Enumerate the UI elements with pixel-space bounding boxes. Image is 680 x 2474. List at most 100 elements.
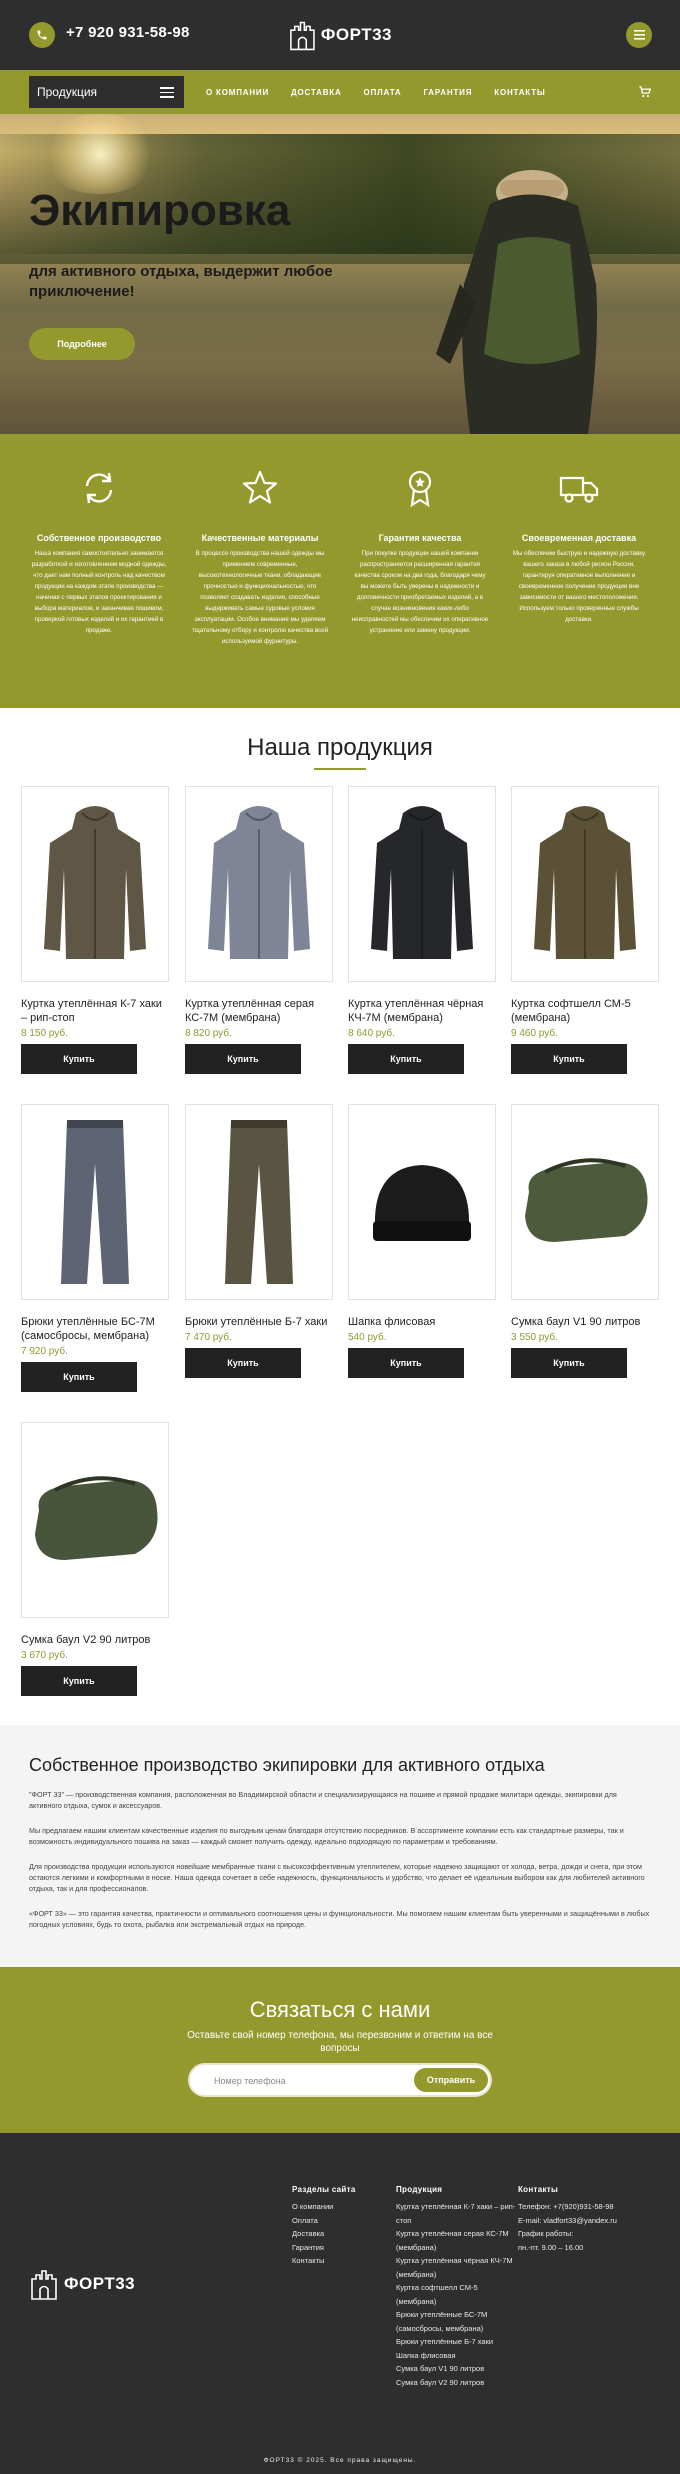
buy-button[interactable]: Купить: [348, 1348, 464, 1378]
about-paragraph: Мы предлагаем нашим клиентам качественны…: [29, 1826, 624, 1846]
footer-section-link[interactable]: Доставка: [292, 2227, 356, 2241]
buy-button[interactable]: Купить: [21, 1044, 137, 1074]
products-dropdown[interactable]: Продукция: [29, 76, 184, 108]
product-price: 540 руб.: [348, 1332, 387, 1343]
fort-logo-icon: [31, 2270, 57, 2300]
product-image[interactable]: [511, 786, 659, 982]
buy-button[interactable]: Купить: [348, 1044, 464, 1074]
product-image[interactable]: [185, 786, 333, 982]
buy-button[interactable]: Купить: [185, 1348, 301, 1378]
contact-subtitle: Оставьте свой номер телефона, мы перезво…: [187, 2030, 493, 2054]
footer-product-link[interactable]: Сумка баул V2 90 литров: [396, 2376, 520, 2390]
feature-warranty: Гарантия качества При покупке продукции …: [345, 466, 495, 636]
product-card: Шапка флисовая 540 руб. Купить: [348, 1104, 496, 1378]
footer-section-link[interactable]: Контакты: [292, 2254, 356, 2268]
nav-link-contacts[interactable]: КОНТАКТЫ: [494, 88, 545, 97]
top-bar: +7 920 931-58-98 ФОРТ33: [0, 0, 680, 70]
feature-production: Собственное производство Наша компания с…: [24, 466, 174, 636]
product-image[interactable]: [21, 1104, 169, 1300]
star-icon: [242, 470, 278, 504]
product-card: Брюки утеплённые БС-7М (самосбросы, мемб…: [21, 1104, 169, 1392]
logo-text: ФОРТ33: [320, 25, 392, 44]
product-price: 9 460 руб.: [511, 1028, 558, 1039]
callback-form: Номер телефона Отправить: [188, 2063, 492, 2097]
product-image[interactable]: [511, 1104, 659, 1300]
nav-link-warranty[interactable]: ГАРАНТИЯ: [423, 88, 472, 97]
product-image[interactable]: [21, 786, 169, 982]
hero-more-button[interactable]: Подробнее: [29, 328, 135, 360]
footer-sections-title: Разделы сайта: [292, 2185, 356, 2194]
send-button[interactable]: Отправить: [414, 2068, 488, 2092]
footer-section-link[interactable]: О компании: [292, 2200, 356, 2214]
buy-button[interactable]: Купить: [21, 1666, 137, 1696]
product-price: 3 550 руб.: [511, 1332, 558, 1343]
footer-product-link[interactable]: Шапка флисовая: [396, 2349, 520, 2363]
hamburger-icon: [160, 87, 174, 101]
nav-link-payment[interactable]: ОПЛАТА: [364, 88, 402, 97]
product-name[interactable]: Сумка баул V2 90 литров: [21, 1633, 169, 1647]
footer-section-link[interactable]: Оплата: [292, 2214, 356, 2228]
product-name[interactable]: Брюки утеплённые БС-7М (самосбросы, мемб…: [21, 1315, 169, 1343]
product-name[interactable]: Куртка утеплённая К-7 хаки – рип-стоп: [21, 997, 169, 1025]
feature-title: Собственное производство: [36, 533, 162, 543]
refresh-icon: [85, 472, 113, 504]
about-paragraph: "ФОРТ 33" — производственная компания, р…: [29, 1790, 617, 1810]
feature-title: Своевременная доставка: [521, 533, 637, 543]
copyright: ФОРТ33 © 2025. Все права защищены.: [263, 2457, 417, 2464]
footer-contacts: Контакты Телефон: +7(920)931-58-98 E-mail…: [518, 2185, 658, 2254]
product-image[interactable]: [348, 786, 496, 982]
footer-product-link[interactable]: Куртка утеплённая чёрная КЧ-7М (мембрана…: [396, 2254, 520, 2281]
contact-title: Связаться с нами: [249, 1997, 431, 2022]
footer-product-link[interactable]: Куртка софтшелл СМ-5 (мембрана): [396, 2281, 520, 2308]
about-paragraph: Для производства продукции используются …: [29, 1862, 645, 1893]
footer-product-link[interactable]: Брюки утеплённые Б-7 хаки: [396, 2335, 520, 2349]
phone-input[interactable]: Номер телефона: [214, 2076, 286, 2086]
product-name[interactable]: Куртка утеплённая чёрная КЧ-7М (мембрана…: [348, 997, 496, 1025]
about-paragraph: «ФОРТ 33» — это гарантия качества, практ…: [29, 1909, 650, 1929]
product-name[interactable]: Брюки утеплённые Б-7 хаки: [185, 1315, 333, 1329]
product-card: Сумка баул V2 90 литров 3 670 руб. Купить: [21, 1422, 169, 1696]
feature-delivery: Своевременная доставка Мы обеспечим быст…: [504, 466, 654, 625]
product-price: 7 470 руб.: [185, 1332, 232, 1343]
features-section: Собственное производство Наша компания с…: [0, 434, 680, 708]
phone-icon[interactable]: [29, 22, 55, 48]
hero-banner: Экипировка для активного отдыха, выдержи…: [0, 114, 680, 434]
product-card: Куртка утеплённая К-7 хаки – рип-стоп 8 1…: [21, 786, 169, 1074]
product-image[interactable]: [185, 1104, 333, 1300]
footer-product-link[interactable]: Сумка баул V1 90 литров: [396, 2362, 520, 2376]
product-name[interactable]: Шапка флисовая: [348, 1315, 496, 1329]
buy-button[interactable]: Купить: [511, 1044, 627, 1074]
award-icon: [408, 470, 432, 508]
nav-link-about[interactable]: О КОМПАНИИ: [206, 88, 269, 97]
footer-section-link[interactable]: Гарантия: [292, 2241, 356, 2255]
feature-title: Гарантия качества: [378, 533, 462, 543]
buy-button[interactable]: Купить: [511, 1348, 627, 1378]
nav-link-delivery[interactable]: ДОСТАВКА: [291, 88, 342, 97]
feature-text: Наша компания самостоятельно занимается …: [31, 550, 167, 634]
footer-logo[interactable]: ФОРТ33: [29, 2267, 135, 2301]
logo[interactable]: ФОРТ33: [288, 14, 392, 56]
products-dropdown-label: Продукция: [37, 85, 98, 99]
product-name[interactable]: Сумка баул V1 90 литров: [511, 1315, 659, 1329]
fort-logo-icon: [290, 21, 315, 51]
cart-icon[interactable]: [638, 85, 652, 99]
contact-section: Связаться с нами Оставьте свой номер тел…: [0, 1967, 680, 2133]
hero-fisherman-image: [436, 170, 597, 434]
about-title: Собственное производство экипировки для …: [29, 1755, 545, 1775]
buy-button[interactable]: Купить: [21, 1362, 137, 1392]
product-name[interactable]: Куртка утеплённая серая КС-7М (мембрана): [185, 997, 333, 1025]
footer-product-link[interactable]: Брюки утеплённые БС-7М (самосбросы, мемб…: [396, 2308, 520, 2335]
footer-product-link[interactable]: Куртка утеплённая серая КС-7М (мембрана): [396, 2227, 520, 2254]
product-image[interactable]: [21, 1422, 169, 1618]
footer-product-link[interactable]: Куртка утеплённая К-7 хаки – рип-стоп: [396, 2200, 520, 2227]
menu-icon[interactable]: [626, 22, 652, 48]
footer-contact-item: пн.-пт. 9.00 – 16.00: [518, 2242, 584, 2252]
product-price: 8 820 руб.: [185, 1028, 232, 1039]
footer: ФОРТ33 Разделы сайта О компании Оплата Дос…: [0, 2133, 680, 2474]
buy-button[interactable]: Купить: [185, 1044, 301, 1074]
product-name[interactable]: Куртка софтшелл СМ-5 (мембрана): [511, 997, 659, 1025]
truck-icon: [559, 476, 599, 503]
products-title-underline: [314, 768, 366, 770]
header-phone[interactable]: +7 920 931-58-98: [66, 24, 190, 41]
product-image[interactable]: [348, 1104, 496, 1300]
